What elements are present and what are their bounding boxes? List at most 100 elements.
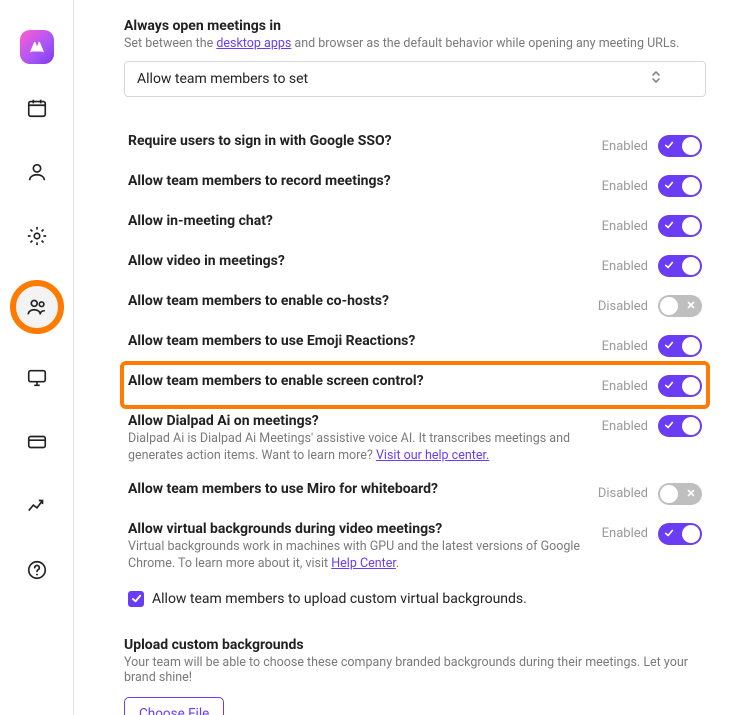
setting-help: Dialpad Ai is Dialpad Ai Meetings' assis… bbox=[128, 431, 582, 465]
setting-row-right: Enabled bbox=[602, 253, 702, 277]
setting-toggle-video[interactable] bbox=[658, 255, 702, 277]
people-icon bbox=[26, 296, 48, 318]
setting-title: Allow team members to enable co-hosts? bbox=[128, 293, 578, 309]
setting-row-record: Allow team members to record meetings?En… bbox=[124, 165, 706, 205]
nav-settings[interactable] bbox=[17, 216, 57, 256]
setting-status: Enabled bbox=[602, 139, 648, 154]
setting-toggle-emoji[interactable] bbox=[658, 335, 702, 357]
setting-row-right: Enabled bbox=[602, 133, 702, 157]
setting-toggle-miro[interactable] bbox=[658, 483, 702, 505]
upload-allowed-checkbox-row: Allow team members to upload custom virt… bbox=[124, 587, 706, 611]
setting-row-right: Enabled bbox=[602, 373, 702, 397]
setting-row-right: Disabled bbox=[598, 293, 702, 317]
check-icon bbox=[664, 420, 674, 432]
setting-row-right: Enabled bbox=[602, 173, 702, 197]
setting-title: Require users to sign in with Google SSO… bbox=[128, 133, 582, 149]
setting-status: Enabled bbox=[602, 379, 648, 394]
always-open-title: Always open meetings in bbox=[124, 18, 706, 34]
choose-file-button[interactable]: Choose File bbox=[124, 697, 224, 715]
settings-rows: Require users to sign in with Google SSO… bbox=[124, 125, 706, 581]
setting-row-right: Enabled bbox=[602, 213, 702, 237]
setting-title: Allow team members to enable screen cont… bbox=[128, 373, 582, 389]
setting-status: Enabled bbox=[602, 339, 648, 354]
chevron-updown-icon bbox=[651, 70, 661, 88]
nav-help[interactable] bbox=[17, 550, 57, 590]
upload-section: Upload custom backgrounds Your team will… bbox=[124, 637, 706, 715]
setting-help-link[interactable]: Help Center bbox=[331, 556, 396, 571]
desktop-apps-link[interactable]: desktop apps bbox=[216, 36, 291, 51]
person-icon bbox=[26, 161, 48, 183]
setting-row-cohosts: Allow team members to enable co-hosts? Di… bbox=[124, 285, 706, 325]
upload-help: Your team will be able to choose these c… bbox=[124, 655, 706, 685]
nav-monitor[interactable] bbox=[17, 358, 57, 398]
x-icon bbox=[686, 300, 696, 312]
setting-status: Enabled bbox=[602, 219, 648, 234]
toggle-knob bbox=[682, 257, 700, 275]
setting-row-vbg: Allow virtual backgrounds during video m… bbox=[124, 513, 706, 581]
toggle-knob bbox=[660, 485, 678, 503]
setting-row-left: Allow Dialpad Ai on meetings? Dialpad Ai … bbox=[128, 413, 582, 465]
setting-row-video: Allow video in meetings? Enabled bbox=[124, 245, 706, 285]
check-icon bbox=[664, 340, 674, 352]
toggle-knob bbox=[682, 177, 700, 195]
check-icon bbox=[664, 528, 674, 540]
nav-calendar[interactable] bbox=[17, 88, 57, 128]
app-logo bbox=[20, 30, 54, 64]
setting-row-ai: Allow Dialpad Ai on meetings? Dialpad Ai … bbox=[124, 405, 706, 473]
toggle-knob bbox=[682, 337, 700, 355]
setting-toggle-screen[interactable] bbox=[658, 375, 702, 397]
toggle-knob bbox=[682, 525, 700, 543]
setting-toggle-cohosts[interactable] bbox=[658, 295, 702, 317]
setting-row-screen: Allow team members to enable screen cont… bbox=[124, 365, 706, 405]
setting-title: Allow team members to use Emoji Reaction… bbox=[128, 333, 582, 349]
always-open-select[interactable]: Allow team members to set bbox=[124, 61, 706, 97]
setting-row-chat: Allow in-meeting chat? Enabled bbox=[124, 205, 706, 245]
setting-status: Enabled bbox=[602, 419, 648, 434]
help-circle-icon bbox=[26, 559, 48, 581]
setting-row-miro: Allow team members to use Miro for white… bbox=[124, 473, 706, 513]
setting-title: Allow team members to use Miro for white… bbox=[128, 481, 578, 497]
setting-row-right: Disabled bbox=[598, 481, 702, 505]
setting-help-link[interactable]: Visit our help center. bbox=[376, 448, 489, 463]
upload-title: Upload custom backgrounds bbox=[124, 637, 706, 653]
setting-toggle-chat[interactable] bbox=[658, 215, 702, 237]
setting-toggle-record[interactable] bbox=[658, 175, 702, 197]
setting-title: Allow Dialpad Ai on meetings? bbox=[128, 413, 582, 429]
trend-icon bbox=[26, 495, 48, 517]
nav-team[interactable] bbox=[10, 280, 64, 334]
nav-analytics[interactable] bbox=[17, 486, 57, 526]
setting-status: Disabled bbox=[598, 486, 648, 501]
setting-status: Enabled bbox=[602, 259, 648, 274]
toggle-knob bbox=[682, 137, 700, 155]
toggle-knob bbox=[682, 217, 700, 235]
check-icon bbox=[131, 593, 142, 604]
setting-toggle-vbg[interactable] bbox=[658, 523, 702, 545]
setting-row-left: Require users to sign in with Google SSO… bbox=[128, 133, 582, 149]
upload-allowed-checkbox[interactable] bbox=[128, 591, 144, 607]
check-icon bbox=[664, 260, 674, 272]
nav-billing[interactable] bbox=[17, 422, 57, 462]
setting-toggle-sso[interactable] bbox=[658, 135, 702, 157]
always-open-selected: Allow team members to set bbox=[137, 71, 308, 87]
gear-icon bbox=[26, 225, 48, 247]
setting-row-left: Allow team members to enable screen cont… bbox=[128, 373, 582, 389]
setting-row-sso: Require users to sign in with Google SSO… bbox=[124, 125, 706, 165]
setting-title: Allow in-meeting chat? bbox=[128, 213, 582, 229]
sidebar bbox=[0, 0, 74, 715]
setting-row-left: Allow team members to use Emoji Reaction… bbox=[128, 333, 582, 349]
nav-person[interactable] bbox=[17, 152, 57, 192]
toggle-knob bbox=[682, 417, 700, 435]
setting-row-left: Allow video in meetings? bbox=[128, 253, 582, 269]
check-icon bbox=[664, 220, 674, 232]
setting-row-emoji: Allow team members to use Emoji Reaction… bbox=[124, 325, 706, 365]
setting-help: Virtual backgrounds work in machines wit… bbox=[128, 539, 582, 573]
setting-status: Enabled bbox=[602, 526, 648, 541]
check-icon bbox=[664, 180, 674, 192]
setting-status: Disabled bbox=[598, 299, 648, 314]
setting-row-left: Allow in-meeting chat? bbox=[128, 213, 582, 229]
setting-title: Allow virtual backgrounds during video m… bbox=[128, 521, 582, 537]
check-icon bbox=[664, 140, 674, 152]
setting-row-left: Allow virtual backgrounds during video m… bbox=[128, 521, 582, 573]
setting-row-right: Enabled bbox=[602, 413, 702, 437]
setting-toggle-ai[interactable] bbox=[658, 415, 702, 437]
